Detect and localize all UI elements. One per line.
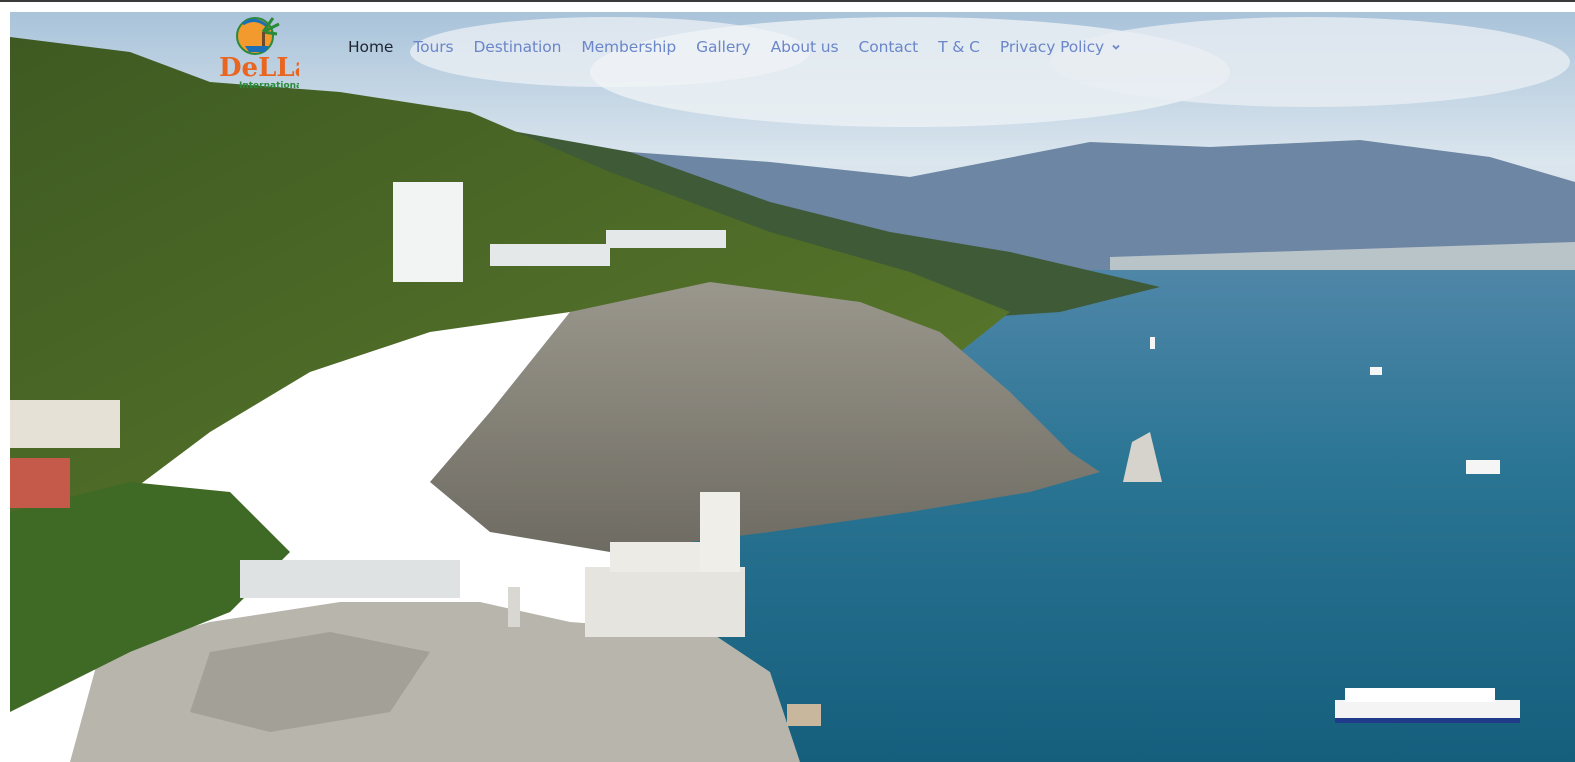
nav-link-privacy-policy[interactable]: Privacy Policy <box>1000 38 1104 56</box>
nav-item-about: About us <box>771 38 839 56</box>
brand-logo[interactable]: DeLLa International <box>213 14 312 92</box>
nav-link-tours[interactable]: Tours <box>413 38 453 56</box>
nav-menu: Home Tours Destination Membership Galler… <box>348 34 1141 60</box>
nav-link-contact[interactable]: Contact <box>859 38 919 56</box>
left-margin <box>0 12 10 762</box>
nav-item-tours: Tours <box>413 38 453 56</box>
nav-item-privacy-policy: Privacy Policy <box>1000 38 1121 56</box>
globe-palm-logo-icon: DeLLa International <box>219 17 312 91</box>
nav-item-gallery: Gallery <box>696 38 751 56</box>
nav-link-about-us[interactable]: About us <box>771 38 839 56</box>
nav-link-membership[interactable]: Membership <box>581 38 676 56</box>
nav-item-membership: Membership <box>581 38 676 56</box>
logo-subtext: International <box>239 81 299 91</box>
nav-item-terms: T & C <box>938 38 980 56</box>
chevron-down-icon[interactable] <box>1111 42 1121 52</box>
nav-item-home: Home <box>348 38 393 56</box>
nav-link-gallery[interactable]: Gallery <box>696 38 751 56</box>
window-top-border <box>0 0 1575 2</box>
nav-link-destination[interactable]: Destination <box>473 38 561 56</box>
main-navigation-bar: DeLLa International Home Tours Destinati… <box>10 12 1575 107</box>
nav-item-contact: Contact <box>859 38 919 56</box>
nav-item-destination: Destination <box>473 38 561 56</box>
nav-link-terms[interactable]: T & C <box>938 38 980 56</box>
coastal-landscape-image <box>10 12 1575 762</box>
hero-background-image: DeLLa International Home Tours Destinati… <box>10 12 1575 762</box>
logo-wordmark: DeLLa <box>219 53 299 83</box>
nav-link-home[interactable]: Home <box>348 38 393 56</box>
